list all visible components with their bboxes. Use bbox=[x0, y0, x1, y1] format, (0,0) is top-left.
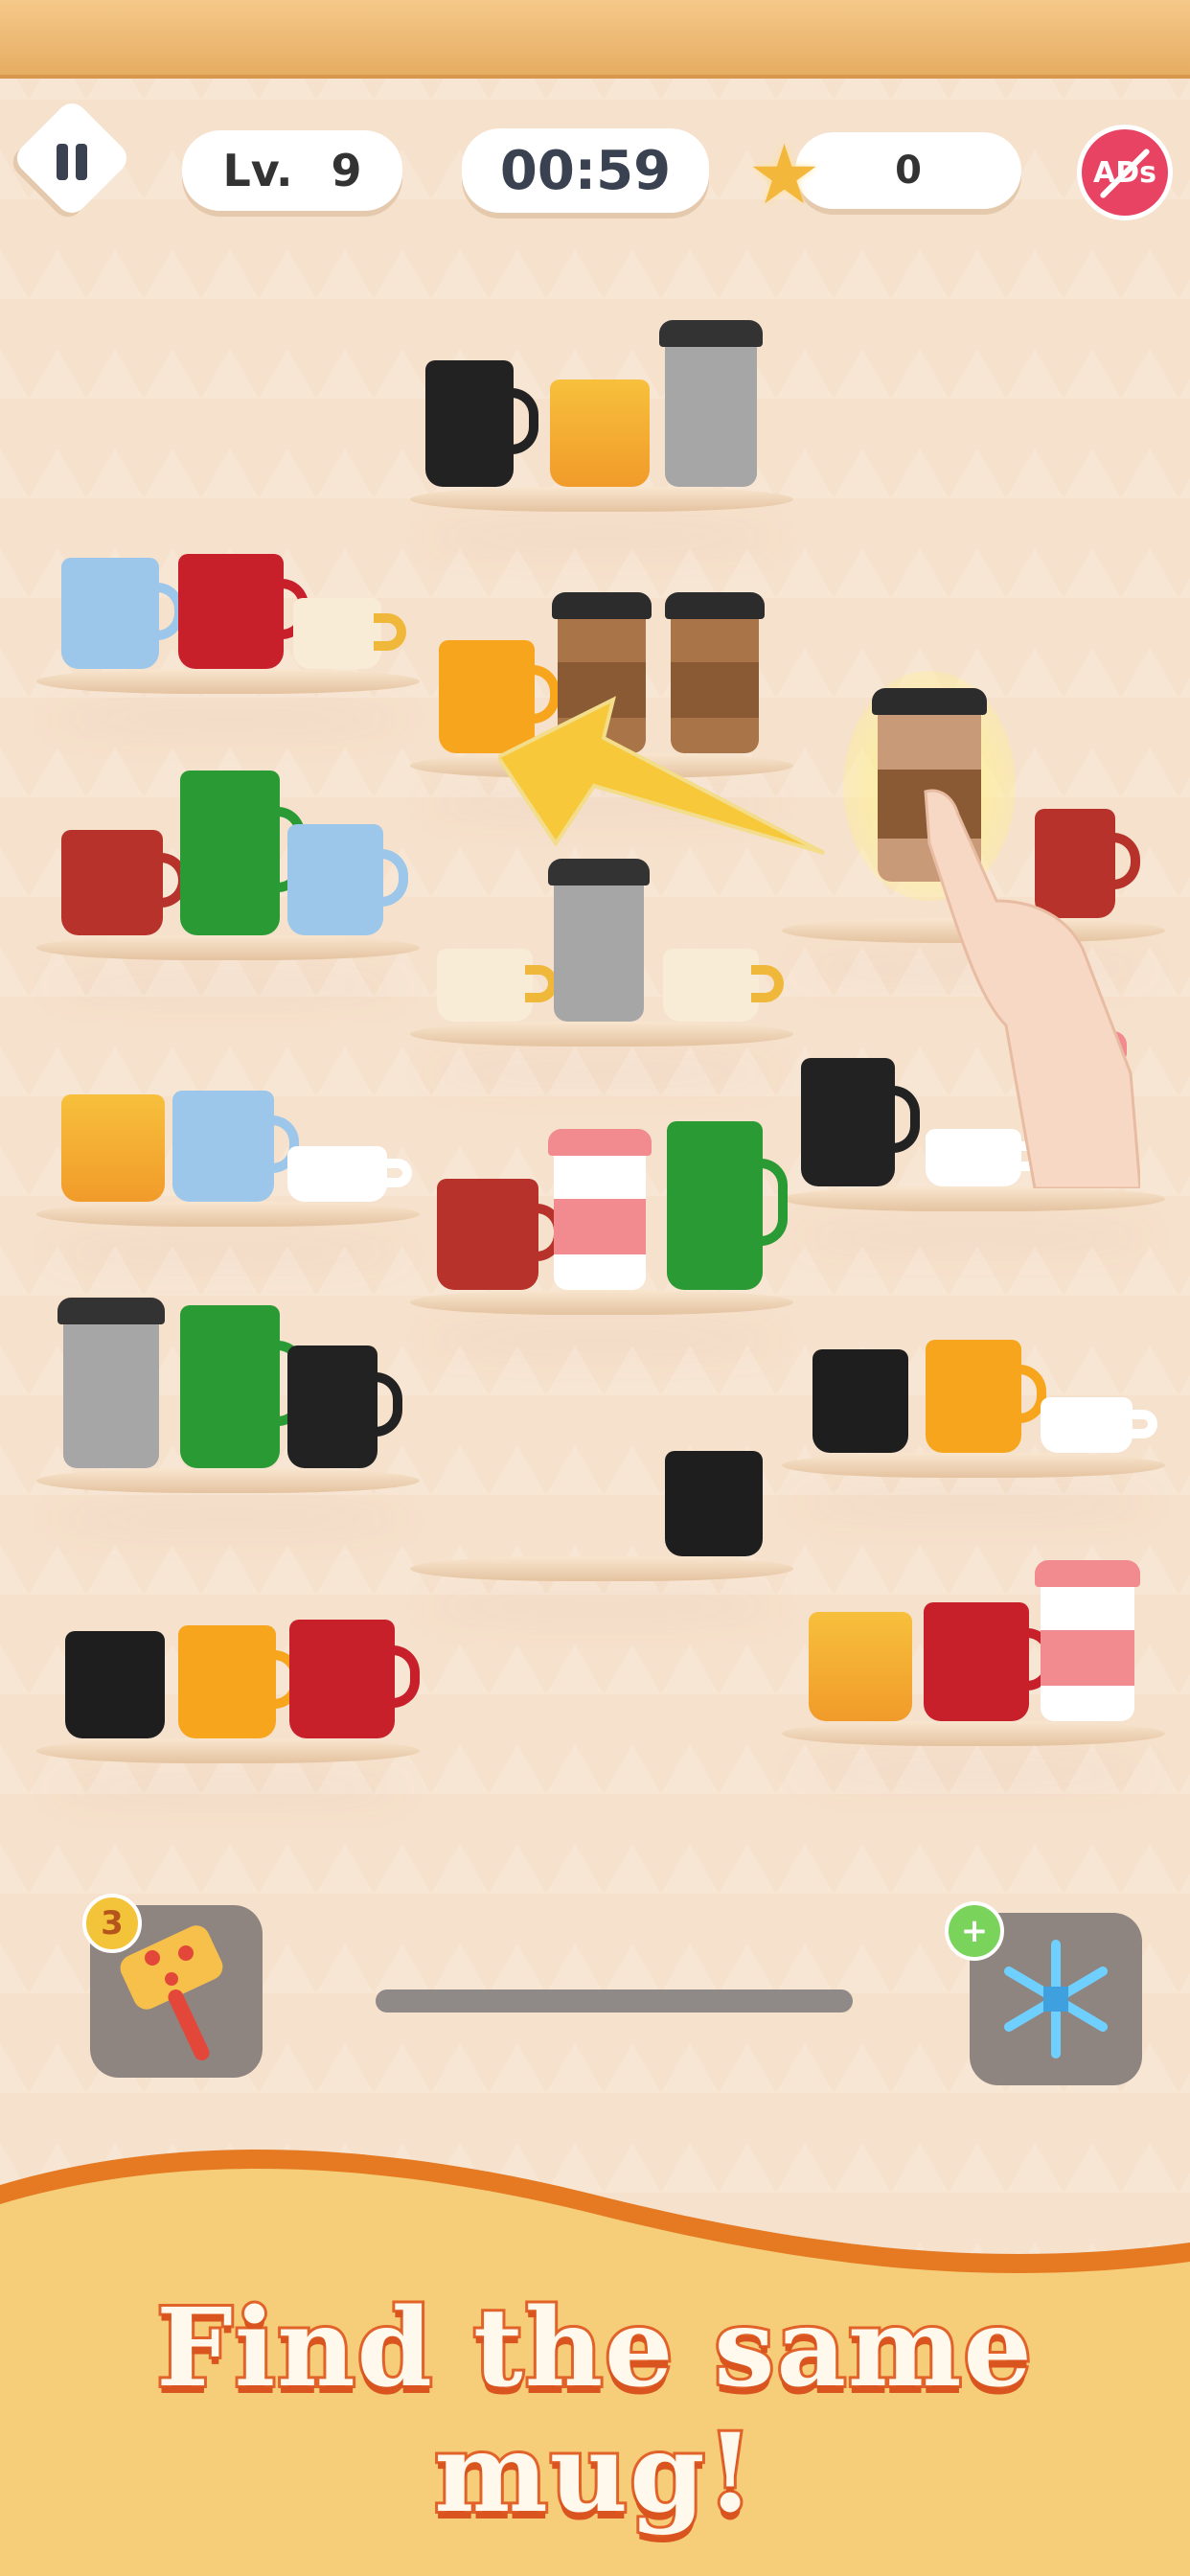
kavalerka-tumbler[interactable] bbox=[548, 859, 650, 1022]
yellow-cartoon-mug[interactable] bbox=[61, 1094, 165, 1202]
black-coffee-mug[interactable] bbox=[801, 1058, 920, 1186]
pink-takeaway-cup[interactable] bbox=[1035, 1560, 1140, 1721]
star-count: 0 bbox=[895, 149, 922, 193]
red-mug[interactable] bbox=[289, 1620, 420, 1738]
hand-pointer-icon bbox=[924, 789, 1140, 1188]
collection-tray bbox=[376, 1990, 853, 2012]
hammer-count-badge: 3 bbox=[82, 1894, 142, 1953]
shelf bbox=[410, 487, 793, 512]
shelf bbox=[410, 1022, 793, 1046]
cream-mug[interactable] bbox=[293, 598, 406, 669]
arrow-icon bbox=[498, 696, 825, 855]
freeze-add-icon: + bbox=[960, 1912, 989, 1950]
pause-icon bbox=[57, 144, 87, 180]
no-ads-icon: ADs bbox=[1093, 155, 1156, 190]
timer: 00:59 bbox=[462, 128, 709, 213]
green-tall-mug[interactable] bbox=[180, 1305, 305, 1468]
level-label: Lv. bbox=[222, 145, 293, 196]
shelf bbox=[782, 1453, 1165, 1478]
cream-mug[interactable] bbox=[663, 949, 784, 1022]
orange-mug[interactable] bbox=[178, 1625, 301, 1738]
green-tall-mug[interactable] bbox=[667, 1121, 788, 1290]
shelf bbox=[36, 1202, 420, 1227]
top-wood-border bbox=[0, 0, 1190, 79]
white-cup[interactable] bbox=[1041, 1397, 1157, 1453]
timer-value: 00:59 bbox=[499, 139, 672, 202]
coffee-text-mug[interactable] bbox=[812, 1349, 908, 1453]
shelf bbox=[782, 1186, 1165, 1211]
shelf bbox=[36, 1468, 420, 1493]
shelf bbox=[36, 935, 420, 960]
no-ads-button[interactable]: ADs bbox=[1077, 125, 1173, 220]
star-counter: 0 bbox=[795, 132, 1021, 209]
red-united-mug[interactable] bbox=[61, 830, 188, 935]
shelf bbox=[782, 1721, 1165, 1746]
red-united-mug[interactable] bbox=[437, 1179, 563, 1290]
black-coffee-mug[interactable] bbox=[287, 1346, 402, 1468]
green-tall-mug[interactable] bbox=[180, 770, 305, 935]
hammer-count: 3 bbox=[101, 1904, 124, 1943]
blue-city-mug[interactable] bbox=[287, 824, 408, 935]
black-coffee-mug[interactable] bbox=[425, 360, 538, 487]
white-cup[interactable] bbox=[287, 1146, 412, 1202]
star-icon: ★ bbox=[747, 127, 822, 223]
shelf bbox=[36, 669, 420, 694]
coffee-text-mug[interactable] bbox=[665, 1451, 763, 1556]
kavalerka-tumbler[interactable] bbox=[659, 320, 763, 487]
shelf bbox=[36, 1738, 420, 1763]
red-mug[interactable] bbox=[178, 554, 309, 669]
kavalerka-tumbler[interactable] bbox=[57, 1298, 165, 1468]
blue-city-mug[interactable] bbox=[172, 1091, 299, 1202]
yellow-cartoon-mug[interactable] bbox=[809, 1612, 912, 1721]
blue-city-mug[interactable] bbox=[61, 558, 184, 669]
level-indicator: Lv. 9 bbox=[182, 130, 402, 211]
instruction-banner: Find the same mug! bbox=[153, 2283, 1035, 2540]
shelf bbox=[410, 1556, 793, 1581]
level-value: 9 bbox=[331, 145, 362, 196]
coffee-text-mug[interactable] bbox=[65, 1631, 165, 1738]
cream-mug[interactable] bbox=[437, 949, 558, 1022]
orange-mug[interactable] bbox=[926, 1340, 1046, 1453]
freeze-add-badge[interactable]: + bbox=[945, 1901, 1004, 1961]
shelf bbox=[410, 1290, 793, 1315]
red-mug[interactable] bbox=[924, 1602, 1054, 1721]
pink-takeaway-cup[interactable] bbox=[548, 1129, 652, 1290]
snowflake-icon bbox=[1004, 1940, 1108, 2058]
yellow-cartoon-mug[interactable] bbox=[550, 380, 650, 487]
